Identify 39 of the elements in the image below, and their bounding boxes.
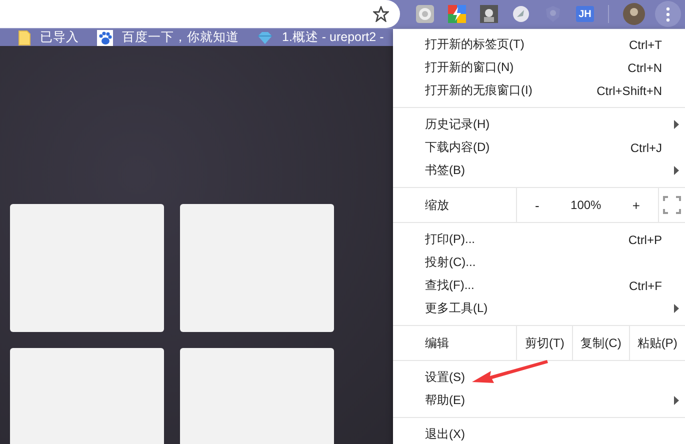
zoom-out-button[interactable]: - [531, 198, 544, 212]
menu-item[interactable]: 书签(B) [393, 159, 685, 182]
zoom-in-button[interactable]: + [628, 198, 644, 212]
bookmark[interactable]: 已导入 [18, 29, 79, 46]
menu-item[interactable]: 投射(C)... [393, 251, 685, 274]
menu-item[interactable]: 设置(S) [393, 366, 685, 389]
gem-icon [257, 30, 273, 44]
folder-icon [18, 30, 31, 46]
menu-item[interactable]: 查找(F)... Ctrl+F [393, 274, 685, 297]
zoom-label: 缩放 [424, 196, 450, 214]
shortcut-tile[interactable] [10, 348, 164, 444]
shield-icon[interactable] [544, 5, 562, 23]
menu-item[interactable]: 更多工具(L) [393, 297, 685, 320]
lightning-icon[interactable] [448, 5, 466, 23]
menu-item[interactable]: 打开新的无痕窗口(I) Ctrl+Shift+N [393, 79, 685, 102]
paw-icon [97, 30, 113, 46]
menu-item[interactable]: 退出(X) [393, 423, 685, 444]
extension-button[interactable]: JH [576, 6, 594, 22]
menu-item[interactable]: 打开新的标签页(T) Ctrl+T [393, 33, 685, 56]
bookmark-star-icon[interactable] [373, 6, 389, 22]
menu-item[interactable]: 历史记录(H) [393, 113, 685, 136]
menu-item[interactable]: 打印(P)... Ctrl+P [393, 228, 685, 251]
menu-item[interactable]: 打开新的窗口(N) Ctrl+N [393, 56, 685, 79]
edit-button[interactable]: 粘贴(P) [628, 326, 685, 360]
fullscreen-icon [663, 196, 681, 214]
shortcut-tile[interactable] [180, 204, 334, 332]
bookmark[interactable]: 1.概述 - ureport2 - [257, 29, 384, 46]
zoom-level: 100% [570, 198, 602, 212]
menu-item[interactable]: 下载内容(D) Ctrl+J [393, 136, 685, 159]
shortcut-tile[interactable] [180, 348, 334, 444]
menu-icon [666, 6, 670, 22]
bookmark[interactable]: 百度一下，你就知道 [97, 29, 239, 46]
avatar-icon[interactable] [623, 3, 645, 25]
shortcut-tile[interactable] [10, 204, 164, 332]
menu-item[interactable]: 帮助(E) [393, 389, 685, 412]
picture-icon[interactable] [480, 5, 498, 23]
menu-button[interactable] [655, 1, 681, 27]
extension-icon[interactable] [416, 5, 434, 23]
edit-label: 编辑 [424, 334, 450, 352]
